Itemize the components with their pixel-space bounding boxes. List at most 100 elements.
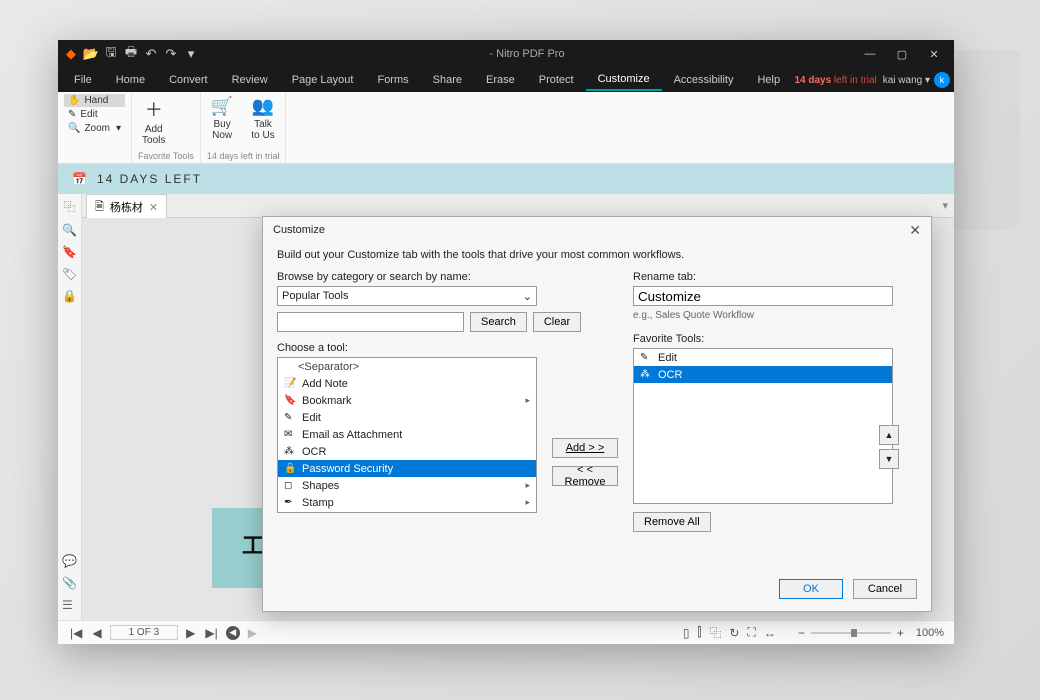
hand-icon: ✋ (68, 95, 80, 106)
back-button[interactable]: ◀ (226, 626, 240, 640)
minimize-button[interactable]: — (854, 40, 886, 68)
ribbon-tab-protect[interactable]: Protect (527, 70, 586, 90)
document-icon: 🗎 (95, 198, 104, 217)
maximize-button[interactable]: ▢ (886, 40, 918, 68)
cancel-button[interactable]: Cancel (853, 579, 917, 599)
view-facing-icon[interactable]: ⿻ (707, 624, 723, 641)
rename-input[interactable] (633, 286, 893, 306)
undo-icon[interactable]: ↶ (142, 45, 160, 63)
search-panel-icon[interactable]: 🔍 (62, 223, 77, 237)
zoom-out-button[interactable]: − (796, 626, 807, 640)
ribbon-tab-customize[interactable]: Customize (586, 69, 662, 91)
bookmarks-panel-icon[interactable]: 🔖 (62, 245, 77, 259)
redo-icon[interactable]: ↷ (162, 45, 180, 63)
trial-banner: 📅 14 DAYS LEFT (58, 164, 954, 194)
favorite-tools-list[interactable]: ✎Edit⁂OCR (633, 348, 893, 504)
favorite-item[interactable]: ⁂OCR (634, 366, 892, 383)
ribbon-group-trial: 🛒 Buy Now 👥 Talk to Us 14 days left in t… (201, 92, 287, 163)
view-rotate-icon[interactable]: ↻ (727, 626, 741, 640)
quick-access-toolbar: ◆ 📂 🖫 🖶 ↶ ↷ ▾ (62, 45, 200, 63)
tool-item[interactable]: ✉Email as Attachment (278, 426, 536, 443)
tool-item[interactable]: ◻Shapes▸ (278, 477, 536, 494)
plus-icon: ＋ (145, 96, 163, 122)
people-icon: 👥 (252, 96, 274, 117)
ribbon-tab-convert[interactable]: Convert (157, 70, 220, 90)
comments-panel-icon[interactable]: 💬 (62, 554, 77, 568)
ribbon-tab-accessibility[interactable]: Accessibility (662, 70, 746, 90)
talk-to-us-button[interactable]: 👥 Talk to Us (247, 94, 278, 143)
zoom-slider[interactable] (811, 632, 891, 634)
view-width-icon[interactable]: ↔ (762, 626, 778, 640)
buy-now-button[interactable]: 🛒 Buy Now (207, 94, 237, 143)
ribbon-group-favorite-tools: ＋ Add Tools Favorite Tools (132, 92, 201, 163)
chevron-right-icon: ▸ (525, 497, 530, 508)
ribbon-tab-page-layout[interactable]: Page Layout (280, 70, 366, 90)
search-button[interactable]: Search (470, 312, 527, 332)
tool-list[interactable]: <Separator>📝Add Note🔖Bookmark▸✎Edit✉Emai… (277, 357, 537, 513)
remove-button[interactable]: < < Remove (552, 466, 618, 486)
ribbon-tab-erase[interactable]: Erase (474, 70, 527, 90)
page-indicator[interactable]: 1 OF 3 (110, 625, 179, 640)
ok-button[interactable]: OK (779, 579, 843, 599)
hand-tool[interactable]: ✋Hand (64, 94, 125, 107)
customize-dialog: Customize ✕ Build out your Customize tab… (262, 216, 932, 612)
tool-item[interactable]: ✎Edit (278, 409, 536, 426)
zoom-tool[interactable]: 🔍Zoom▾ (64, 122, 125, 135)
view-continuous-icon[interactable]: ⫿ (696, 625, 704, 640)
last-page-button[interactable]: ▶| (203, 626, 219, 640)
attachments-panel-icon[interactable]: 📎 (62, 576, 77, 590)
tool-item[interactable]: ⁂OCR (278, 443, 536, 460)
move-down-button[interactable]: ▼ (879, 449, 899, 469)
ribbon-tab-forms[interactable]: Forms (365, 70, 420, 90)
print-icon[interactable]: 🖶 (122, 45, 140, 63)
fields-panel-icon[interactable]: ☰ (62, 598, 77, 612)
app-window: ◆ 📂 🖫 🖶 ↶ ↷ ▾ - Nitro PDF Pro — ▢ ✕ File… (58, 40, 954, 644)
pages-panel-icon[interactable]: ⿻ (63, 198, 75, 215)
tool-item[interactable]: 🔒Password Security (278, 460, 536, 477)
first-page-button[interactable]: |◀ (68, 626, 84, 640)
save-icon[interactable]: 🖫 (102, 45, 120, 63)
ribbon-tab-help[interactable]: Help (745, 70, 792, 90)
add-button[interactable]: Add > > (552, 438, 618, 458)
edit-tool[interactable]: ✎Edit (64, 108, 125, 121)
forward-button[interactable]: ▶ (246, 626, 259, 640)
tabstrip-dropdown-icon[interactable]: ▾ (942, 199, 948, 212)
ribbon-tab-home[interactable]: Home (104, 70, 157, 90)
tool-item[interactable]: ▭Whiteout (278, 511, 536, 513)
remove-all-button[interactable]: Remove All (633, 512, 711, 532)
tool-item[interactable]: <Separator> (278, 358, 536, 375)
tool-icon: ✎ (284, 412, 296, 423)
tool-icon: 🔒 (284, 463, 296, 474)
edit-icon: ✎ (68, 109, 76, 120)
open-icon[interactable]: 📂 (82, 45, 100, 63)
ribbon-tab-share[interactable]: Share (421, 70, 474, 90)
ribbon-tab-file[interactable]: File (62, 70, 104, 90)
ribbon-group-view: ✋Hand ✎Edit 🔍Zoom▾ (58, 92, 132, 163)
chevron-down-icon: ⌄ (523, 290, 532, 303)
dialog-close-button[interactable]: ✕ (909, 222, 921, 239)
zoom-in-button[interactable]: + (895, 626, 906, 640)
next-page-button[interactable]: ▶ (184, 626, 197, 640)
category-select[interactable]: Popular Tools ⌄ (277, 286, 537, 306)
view-single-icon[interactable]: ▯ (681, 626, 692, 640)
prev-page-button[interactable]: ◀ (90, 626, 103, 640)
zoom-level: 100% (916, 627, 944, 639)
tags-panel-icon[interactable]: 🏷 (62, 267, 77, 281)
titlebar: ◆ 📂 🖫 🖶 ↶ ↷ ▾ - Nitro PDF Pro — ▢ ✕ (58, 40, 954, 68)
document-tab[interactable]: 🗎 杨栋材 ✕ (86, 194, 167, 220)
ribbon-tab-review[interactable]: Review (220, 70, 280, 90)
logo-icon: ◆ (62, 45, 80, 63)
qat-dropdown-icon[interactable]: ▾ (182, 45, 200, 63)
view-fit-icon[interactable]: ⛶ (745, 625, 757, 640)
add-tools-button[interactable]: ＋ Add Tools (138, 94, 169, 148)
close-button[interactable]: ✕ (918, 40, 950, 68)
security-panel-icon[interactable]: 🔒 (62, 289, 77, 303)
favorite-item[interactable]: ✎Edit (634, 349, 892, 366)
search-input[interactable] (277, 312, 464, 332)
move-up-button[interactable]: ▲ (879, 425, 899, 445)
user-menu[interactable]: kai wang ▾ k (883, 72, 950, 88)
tool-item[interactable]: 🔖Bookmark▸ (278, 392, 536, 409)
tool-item[interactable]: 📝Add Note (278, 375, 536, 392)
close-tab-icon[interactable]: ✕ (149, 201, 158, 214)
tool-item[interactable]: ✒Stamp▸ (278, 494, 536, 511)
